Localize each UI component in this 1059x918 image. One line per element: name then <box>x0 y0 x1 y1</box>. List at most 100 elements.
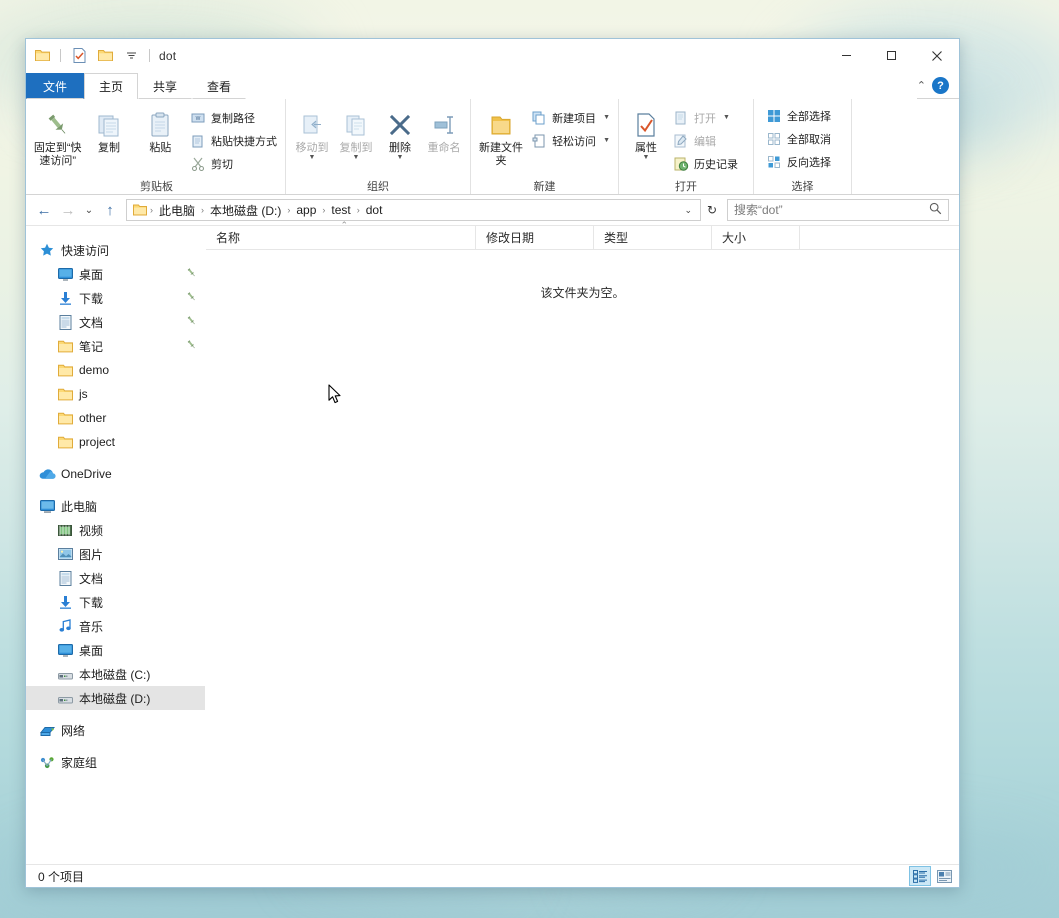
column-header-filler <box>800 226 959 249</box>
tab-view[interactable]: 查看 <box>192 73 247 99</box>
help-button[interactable]: ? <box>932 77 949 94</box>
breadcrumb-dropdown-icon[interactable]: ⌄ <box>678 205 698 216</box>
maximize-button[interactable] <box>869 39 914 73</box>
nav-item-家庭组[interactable]: 家庭组 <box>26 750 205 774</box>
pin-to-quick-access-label: 固定到“快速访问” <box>33 142 82 167</box>
nav-item-js[interactable]: js <box>26 382 205 406</box>
nav-item-label: 下载 <box>79 291 104 306</box>
paste-label: 粘贴 <box>149 142 172 154</box>
chevron-down-icon[interactable]: ▼ <box>353 154 360 161</box>
copy-button[interactable]: 复制 <box>83 105 134 155</box>
rename-button[interactable]: 重命名 <box>422 105 466 155</box>
tab-home[interactable]: 主页 <box>84 73 139 99</box>
nav-item-音乐[interactable]: 音乐 <box>26 614 205 638</box>
nav-item-快速访问[interactable]: 快速访问 <box>26 238 205 262</box>
chevron-down-icon[interactable]: ▼ <box>723 114 730 121</box>
search-input[interactable] <box>734 203 929 217</box>
nav-item-demo[interactable]: demo <box>26 358 205 382</box>
folder-icon[interactable] <box>31 45 53 67</box>
chevron-down-icon[interactable]: ▼ <box>603 114 610 121</box>
nav-item-图片[interactable]: 图片 <box>26 542 205 566</box>
tab-share[interactable]: 共享 <box>138 73 193 99</box>
up-button[interactable]: ↑ <box>98 198 122 222</box>
collapse-ribbon-icon[interactable]: ⌃ <box>917 79 926 92</box>
nav-item-桌面[interactable]: 桌面 <box>26 262 205 286</box>
search-box[interactable] <box>727 199 949 221</box>
nav-item-onedrive[interactable]: OneDrive <box>26 462 205 486</box>
pin-icon[interactable] <box>186 291 197 305</box>
cut-icon <box>190 156 206 172</box>
copy-to-icon <box>342 107 370 139</box>
nav-item-文档[interactable]: 文档 <box>26 566 205 590</box>
clipboard-small-buttons: W 复制路径 粘贴快捷方式 剪切 <box>186 105 281 174</box>
column-header-3[interactable]: 大小 <box>712 226 800 249</box>
nav-item-本地磁盘d:[interactable]: 本地磁盘 (D:) <box>26 686 205 710</box>
pin-icon[interactable] <box>186 267 197 281</box>
pin-to-quick-access-button[interactable]: 固定到“快速访问” <box>32 105 83 168</box>
navigation-pane[interactable]: 快速访问 桌面 下载 文档 笔记 demo js other project OneDrive 此电… <box>26 226 206 864</box>
file-list-body[interactable]: 该文件夹为空。 <box>206 250 959 864</box>
paste-shortcut-button[interactable]: 粘贴快捷方式 <box>186 130 281 151</box>
breadcrumb-item-4[interactable]: dot <box>361 203 388 217</box>
nav-item-网络[interactable]: 网络 <box>26 718 205 742</box>
new-item-button[interactable]: 新建项目 ▼ <box>527 107 614 128</box>
column-header-2[interactable]: 类型 <box>594 226 712 249</box>
pin-icon[interactable] <box>186 339 197 353</box>
nav-item-本地磁盘c:[interactable]: 本地磁盘 (C:) <box>26 662 205 686</box>
nav-item-label: 桌面 <box>79 267 104 282</box>
nav-item-视频[interactable]: 视频 <box>26 518 205 542</box>
chevron-down-icon[interactable]: ▼ <box>309 154 316 161</box>
nav-item-桌面[interactable]: 桌面 <box>26 638 205 662</box>
breadcrumb-item-3[interactable]: test <box>326 203 355 217</box>
breadcrumb-item-0[interactable]: 此电脑 <box>154 202 200 219</box>
invert-selection-button[interactable]: 反向选择 <box>762 151 835 172</box>
new-folder-icon[interactable] <box>94 45 116 67</box>
minimize-button[interactable] <box>824 39 869 73</box>
chevron-down-icon[interactable]: ▼ <box>603 137 610 144</box>
new-folder-button[interactable]: 新建文件夹 <box>475 105 527 168</box>
properties-icon[interactable] <box>68 45 90 67</box>
chevron-down-icon[interactable]: ▼ <box>397 154 404 161</box>
edit-button[interactable]: 编辑 <box>669 130 742 151</box>
paste-button[interactable]: 粘贴 <box>135 105 186 155</box>
easy-access-button[interactable]: 轻松访问 ▼ <box>527 130 614 151</box>
cut-button[interactable]: 剪切 <box>186 153 281 174</box>
large-icons-view-button[interactable] <box>933 866 955 886</box>
recent-locations-button[interactable]: ⌄ <box>80 198 98 222</box>
nav-item-此电脑[interactable]: 此电脑 <box>26 494 205 518</box>
nav-item-other[interactable]: other <box>26 406 205 430</box>
nav-item-文档[interactable]: 文档 <box>26 310 205 334</box>
column-header-0[interactable]: 名称 ⌃ <box>206 220 476 249</box>
column-header-1[interactable]: 修改日期 <box>476 226 594 249</box>
select-none-button[interactable]: 全部取消 <box>762 128 835 149</box>
nav-item-下载[interactable]: 下载 <box>26 286 205 310</box>
breadcrumb-item-2[interactable]: app <box>291 203 321 217</box>
edit-label: 编辑 <box>694 135 716 148</box>
history-button[interactable]: 历史记录 <box>669 153 742 174</box>
breadcrumb[interactable]: › 此电脑 › 本地磁盘 (D:) › app › test › dot ⌄ <box>126 199 701 221</box>
copy-path-icon: W <box>190 110 206 126</box>
select-all-button[interactable]: 全部选择 <box>762 105 835 126</box>
copy-to-button[interactable]: 复制到 ▼ <box>334 105 378 161</box>
refresh-button[interactable]: ↻ <box>701 199 723 221</box>
breadcrumb-item-1[interactable]: 本地磁盘 (D:) <box>205 202 286 219</box>
details-view-button[interactable] <box>909 866 931 886</box>
move-to-button[interactable]: 移动到 ▼ <box>290 105 334 161</box>
nav-item-笔记[interactable]: 笔记 <box>26 334 205 358</box>
tab-file[interactable]: 文件 <box>26 73 85 99</box>
search-icon[interactable] <box>929 202 942 218</box>
nav-item-下载[interactable]: 下载 <box>26 590 205 614</box>
pin-icon[interactable] <box>186 315 197 329</box>
back-button[interactable]: ← <box>32 198 56 222</box>
chevron-down-icon[interactable]: ▼ <box>643 154 650 161</box>
breadcrumb-folder-icon <box>131 204 149 216</box>
close-button[interactable] <box>914 39 959 73</box>
nav-item-project[interactable]: project <box>26 430 205 454</box>
open-button[interactable]: 打开 ▼ <box>669 107 742 128</box>
forward-button[interactable]: → <box>56 198 80 222</box>
copy-path-button[interactable]: W 复制路径 <box>186 107 281 128</box>
delete-button[interactable]: 删除 ▼ <box>378 105 422 161</box>
properties-button[interactable]: 属性 ▼ <box>623 105 669 161</box>
star-icon <box>38 243 56 257</box>
customize-dropdown-icon[interactable] <box>120 45 142 67</box>
